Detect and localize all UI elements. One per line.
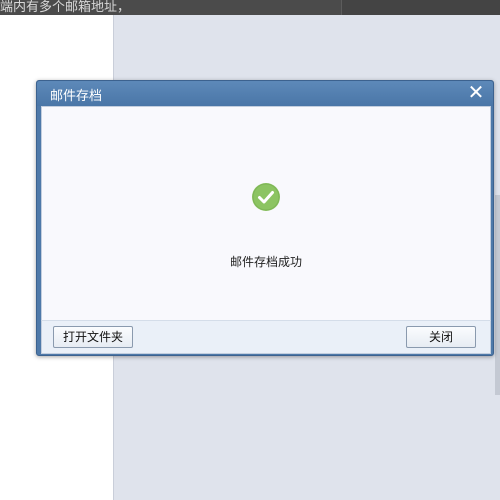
close-icon[interactable]: ✕	[467, 82, 485, 102]
top-bar: 端内有多个邮箱地址，	[0, 0, 500, 15]
background-text: 端内有多个邮箱地址，	[0, 0, 131, 15]
close-button[interactable]: 关闭	[406, 326, 476, 348]
top-bar-segment	[341, 0, 500, 15]
open-folder-button[interactable]: 打开文件夹	[53, 326, 133, 348]
check-circle-icon	[252, 183, 280, 211]
dialog-title: 邮件存档	[50, 89, 103, 104]
archive-dialog: 邮件存档 ✕ 邮件存档成功 打开文件夹 关闭	[36, 80, 494, 356]
dialog-titlebar[interactable]: 邮件存档 ✕	[37, 81, 493, 106]
right-pane-edge	[495, 195, 500, 395]
dialog-footer: 打开文件夹 关闭	[41, 320, 491, 354]
dialog-body: 邮件存档成功	[41, 106, 491, 321]
success-message: 邮件存档成功	[229, 255, 302, 269]
